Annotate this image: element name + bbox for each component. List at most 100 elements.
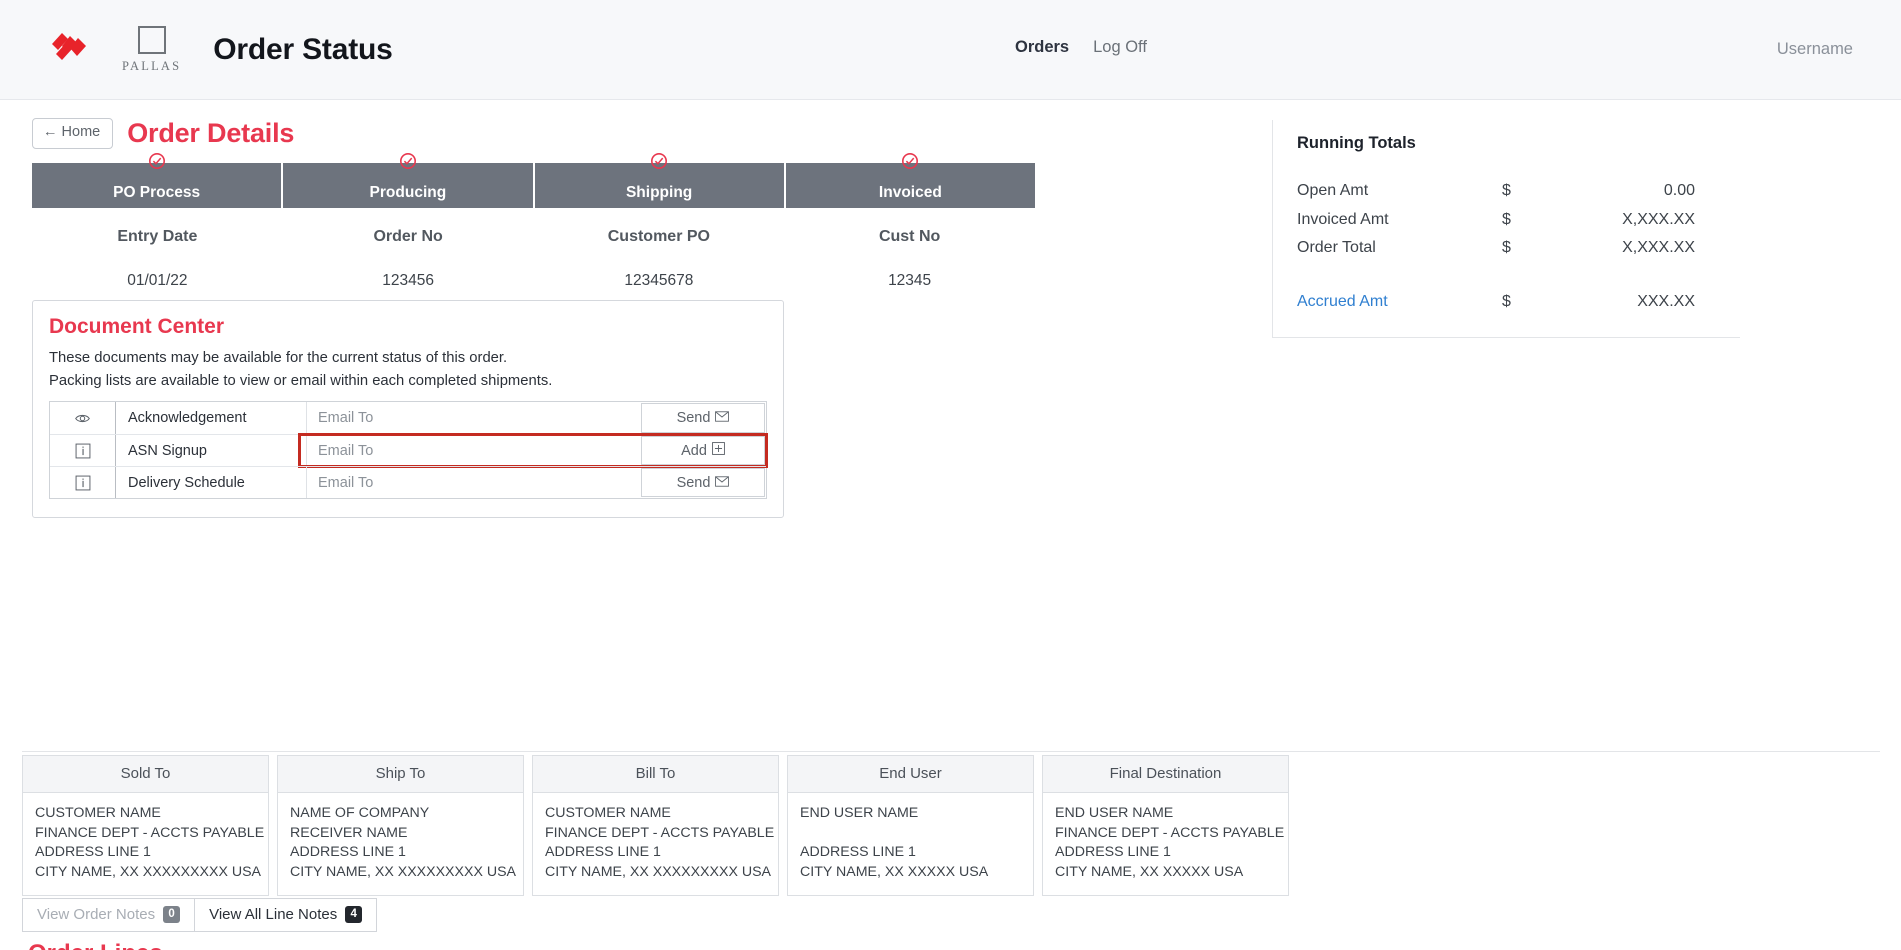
totals-row-open-amt: Open Amt $ 0.00 [1297,180,1740,202]
status-step-invoiced[interactable]: Invoiced [786,153,1035,208]
plus-box-icon [711,442,725,459]
address-line: CITY NAME, XX XXXXX USA [1055,864,1244,881]
totals-row-invoiced-amt: Invoiced Amt $ X,XXX.XX [1297,209,1740,231]
email-to-input[interactable]: Email To [306,402,641,434]
status-step-label: Invoiced [878,184,942,201]
address-line: FINANCE DEPT - ACCTS PAYABLE [545,824,775,841]
document-name: Acknowledgement [128,410,247,426]
address-line: CUSTOMER NAME [35,805,161,821]
totals-currency: $ [1502,210,1511,228]
view-order-notes-button[interactable]: View Order Notes 0 [22,898,196,932]
envelope-icon [715,475,730,491]
address-card-bill-to: Bill To CUSTOMER NAME FINANCE DEPT - ACC… [532,755,779,896]
address-card-sold-to: Sold To CUSTOMER NAME FINANCE DEPT - ACC… [22,755,269,896]
check-circle-icon [399,152,417,175]
totals-currency: $ [1502,292,1511,310]
totals-row-order-total: Order Total $ X,XXX.XX [1297,237,1740,259]
totals-amount: X,XXX.XX [1622,210,1695,228]
address-card-body: CUSTOMER NAME FINANCE DEPT - ACCTS PAYAB… [23,793,268,895]
order-lines-title: Order Lines [28,940,163,950]
nav-item-orders[interactable]: Orders [1015,38,1069,57]
status-step-label: Producing [369,184,447,201]
page-content: ← Home Order Details PO Process Producin… [0,100,1901,950]
document-center-subtitle-1: These documents may be available for the… [49,350,508,366]
send-button[interactable]: Send [641,403,765,433]
email-to-input[interactable]: Email To [306,435,641,466]
column-header: Entry Date [117,228,198,245]
column-header: Order No [373,228,443,245]
address-card-end-user: End User END USER NAME ADDRESS LINE 1 CI… [787,755,1034,896]
totals-amount: XXX.XX [1637,292,1695,310]
document-row-asn-signup: ASN Signup Email To Add [50,433,768,468]
top-navigation: Orders Log Off [1015,38,1147,57]
status-step-label: PO Process [113,184,201,201]
line-notes-count-badge: 4 [345,906,363,923]
address-card-body: END USER NAME ADDRESS LINE 1 CITY NAME, … [788,793,1033,895]
totals-currency: $ [1502,182,1511,199]
address-line: ADDRESS LINE 1 [35,844,151,861]
order-info-column-order-no: Order No 123456 [283,228,534,290]
email-to-input[interactable]: Email To [306,467,641,498]
address-line: RECEIVER NAME [290,824,408,841]
address-line: ADDRESS LINE 1 [800,844,916,861]
document-row-delivery-schedule: Delivery Schedule Email To Send [50,466,766,498]
column-value: 12345678 [624,272,694,289]
address-card-final-destination: Final Destination END USER NAME FINANCE … [1042,755,1289,896]
info-box-icon[interactable] [50,435,116,466]
totals-currency: $ [1502,239,1511,257]
address-line: FINANCE DEPT - ACCTS PAYABLE [35,824,265,841]
brand-logo-group: PALLAS Order Status [48,25,393,74]
send-button-label: Send [676,474,711,491]
address-line: END USER NAME [800,805,919,821]
pallas-wordmark: PALLAS [122,58,182,73]
order-info-table: Entry Date 01/01/22 Order No 123456 Cust… [32,228,1035,290]
address-card-title: Ship To [278,756,523,793]
eye-icon[interactable] [50,402,116,434]
address-line: ADDRESS LINE 1 [290,844,406,861]
app-title: Order Status [213,32,393,66]
address-card-title: Sold To [23,756,268,793]
address-card-body: CUSTOMER NAME FINANCE DEPT - ACCTS PAYAB… [533,793,778,895]
column-value: 01/01/22 [127,272,188,289]
running-totals-title: Running Totals [1297,134,1416,152]
send-button[interactable]: Send [641,468,765,497]
add-button-label: Add [681,442,707,459]
totals-label: Order Total [1297,239,1376,257]
address-line: FINANCE DEPT - ACCTS PAYABLE [1055,824,1285,841]
add-button[interactable]: Add [641,436,765,465]
address-line: CUSTOMER NAME [545,805,671,821]
address-line: CITY NAME, XX XXXXXXXXX USA [35,864,262,881]
order-info-column-cust-no: Cust No 12345 [784,228,1035,290]
address-line: CITY NAME, XX XXXXX USA [800,864,989,881]
info-box-icon[interactable] [50,467,116,498]
address-line: ADDRESS LINE 1 [545,844,661,861]
status-step-producing[interactable]: Producing [283,153,535,208]
address-line: ADDRESS LINE 1 [1055,844,1171,861]
document-row-acknowledgement: Acknowledgement Email To Send [50,402,766,434]
order-info-column-entry-date: Entry Date 01/01/22 [32,228,283,290]
ki-logo-icon [48,26,96,74]
accrued-amt-link[interactable]: Accrued Amt [1297,291,1502,313]
address-line: CITY NAME, XX XXXXXXXXX USA [290,864,517,881]
view-all-line-notes-button[interactable]: View All Line Notes 4 [194,898,378,932]
address-card-body: NAME OF COMPANY RECEIVER NAME ADDRESS LI… [278,793,523,895]
order-info-column-customer-po: Customer PO 12345678 [534,228,785,290]
check-circle-icon [901,152,919,175]
document-center-subtitle-2: Packing lists are available to view or e… [49,373,553,389]
username-label: Username [1776,40,1853,58]
column-value: 123456 [382,272,434,289]
totals-amount: 0.00 [1663,182,1695,199]
section-divider [22,751,1880,752]
nav-item-log-off[interactable]: Log Off [1093,38,1147,57]
status-step-po-process[interactable]: PO Process [32,153,284,208]
check-circle-icon [148,152,166,175]
view-all-line-notes-label: View All Line Notes [209,906,338,923]
home-button[interactable]: ← Home [32,118,114,149]
order-notes-count-badge: 0 [163,906,181,923]
status-step-shipping[interactable]: Shipping [535,153,786,208]
status-step-label: Shipping [625,184,693,201]
address-line [800,824,1021,844]
document-center-title: Document Center [49,315,225,338]
document-center-table: Acknowledgement Email To Send ASN Signup… [49,401,768,499]
totals-label: Open Amt [1297,182,1369,199]
